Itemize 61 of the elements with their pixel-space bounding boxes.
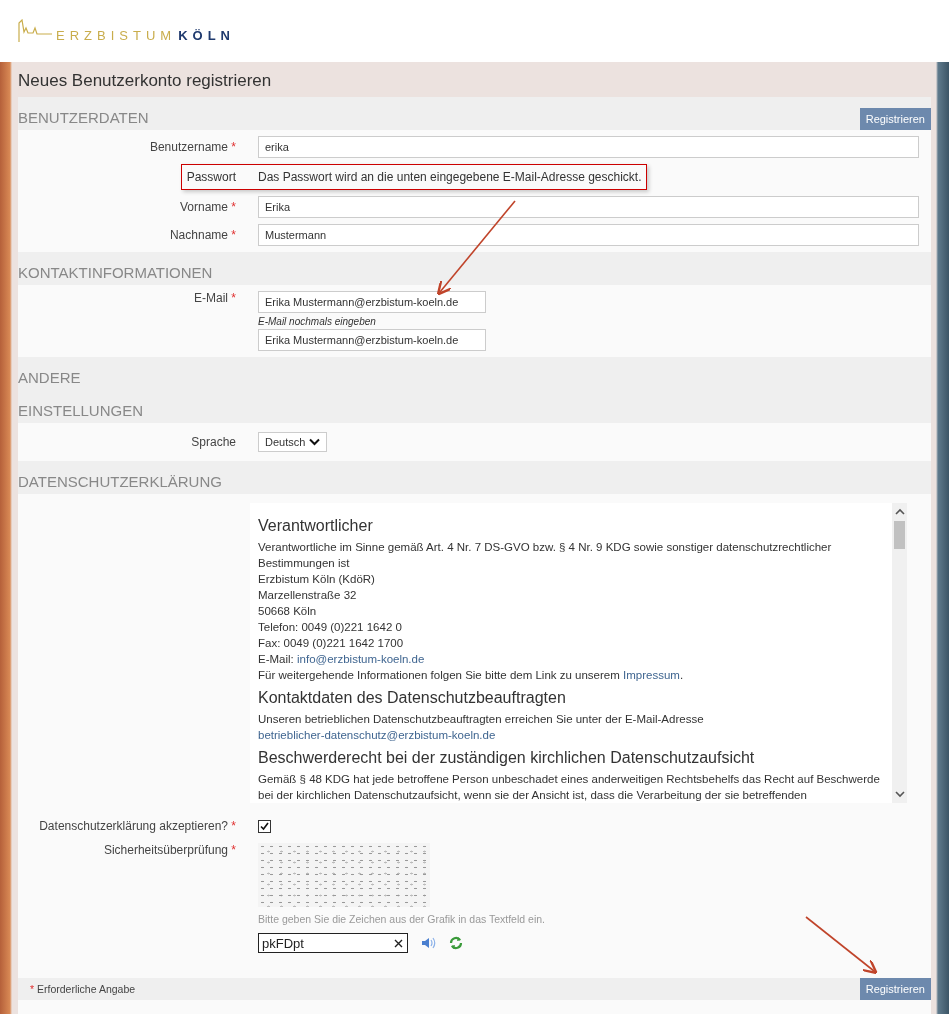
field-label: Sicherheitsüberprüfung: [103, 843, 228, 857]
section-title: KONTAKTINFORMATIONEN: [18, 263, 213, 283]
privacy-heading: Beschwerderecht bei der zuständigen kirchlichen Datenschutzaufsicht: [258, 749, 756, 767]
privacy-text: Telefon: 0049 (0)221 1642 0: [258, 620, 403, 635]
privacy-text: Fax: 0049 (0)221 1642 1700: [258, 636, 405, 651]
page-title: Neues Benutzerkonto registrieren: [17, 70, 273, 92]
imprint-link[interactable]: Impressum: [623, 669, 680, 681]
privacy-text: Erzbistum Köln (KdöR): [258, 572, 376, 587]
field-label: Passwort: [186, 170, 236, 184]
privacy-text: Gemäß § 48 KDG hat jede betroffene Person unbeschadet eines anderweitigen Rechtsbehelfs das Recht auf Beschwerde bei der kirchlichen Datenschutzaufsicht, wenn sie der Ansicht ist, dass die Verarbeitung der sie betreffenden: [258, 772, 881, 803]
required-mark: *: [231, 140, 236, 154]
refresh-icon[interactable]: [448, 935, 464, 951]
section-title: BENUTZERDATEN: [18, 108, 149, 128]
text-field[interactable]: Erika: [258, 196, 919, 218]
field-label: Nachname: [169, 228, 228, 242]
scroll-up-icon[interactable]: [894, 508, 905, 516]
chevron-down-icon: [309, 438, 321, 446]
privacy-text: Unseren betrieblichen Datenschutzbeauftragten erreichen Sie unter der E-Mail-Adresse betrieblicher-datenschutz@erzbistum-koeln.de: [258, 712, 705, 743]
logo-text: KÖLN: [178, 28, 235, 43]
privacy-text: 50668 Köln: [258, 604, 318, 619]
email-confirm-field[interactable]: Erika Mustermann@erzbistum-koeln.de: [258, 329, 486, 351]
required-mark: *: [231, 200, 236, 214]
captcha-field[interactable]: pkFDpt: [258, 933, 408, 953]
captcha-hint: Bitte geben Sie die Zeichen aus der Grafik in das Textfeld ein.: [258, 913, 546, 925]
field-label: Datenschutzerklärung akzeptieren?: [39, 819, 228, 833]
clear-icon[interactable]: [394, 938, 403, 948]
email-link[interactable]: betrieblicher-datenschutz@erzbistum-koeln.de: [258, 729, 496, 741]
required-mark: *: [231, 843, 236, 857]
register-button[interactable]: Registrieren: [859, 108, 931, 130]
privacy-heading: Verantwortlicher: [258, 517, 374, 535]
scrollbar[interactable]: [892, 503, 907, 803]
required-mark: *: [231, 228, 236, 242]
privacy-text: E-Mail: info@erzbistum-koeln.de: [258, 652, 426, 667]
privacy-text: Verantwortliche im Sinne gemäß Art. 4 Nr. 7 DS-GVO bzw. § 4 Nr. 9 KDG sowie sonstiger datenschutzrechtlicher Bestimmungen ist: [258, 540, 833, 571]
section-title: ANDERE: [18, 368, 81, 388]
required-mark: *: [231, 291, 236, 305]
language-select[interactable]: Deutsch: [258, 432, 328, 452]
field-label: Sprache: [191, 435, 236, 449]
email-link[interactable]: info@erzbistum-koeln.de: [297, 653, 425, 665]
register-button[interactable]: Registrieren: [859, 978, 931, 1000]
section-title: DATENSCHUTZERKLÄRUNG: [18, 472, 222, 492]
email-field[interactable]: Erika Mustermann@erzbistum-koeln.de: [258, 291, 486, 313]
scroll-thumb[interactable]: [894, 521, 905, 549]
cathedral-skyline-icon: [18, 19, 52, 43]
privacy-text: Für weitergehende Informationen folgen Sie bitte dem Link zu unserem Impressum.: [258, 668, 685, 683]
speaker-icon[interactable]: [420, 935, 436, 951]
accept-checkbox[interactable]: [258, 819, 271, 833]
required-note: * Erforderliche Angabe: [30, 983, 136, 995]
text-field[interactable]: erika: [258, 136, 919, 158]
confirm-label: E-Mail nochmals eingeben: [258, 316, 377, 327]
text-field[interactable]: Mustermann: [258, 224, 919, 246]
section-title: EINSTELLUNGEN: [18, 401, 144, 421]
field-label: E-Mail: [193, 291, 228, 305]
privacy-text: Marzellenstraße 32: [258, 588, 358, 603]
field-label: Vorname: [179, 200, 228, 214]
scroll-down-icon[interactable]: [894, 790, 905, 798]
password-note: Das Passwort wird an die unten eingegebene E-Mail-Adresse geschickt.: [258, 170, 642, 184]
field-label: Benutzername: [149, 140, 228, 154]
logo-text: ERZBISTUM: [56, 28, 177, 43]
privacy-heading: Kontaktdaten des Datenschutzbeauftragten: [258, 689, 567, 707]
required-mark: *: [231, 819, 236, 833]
